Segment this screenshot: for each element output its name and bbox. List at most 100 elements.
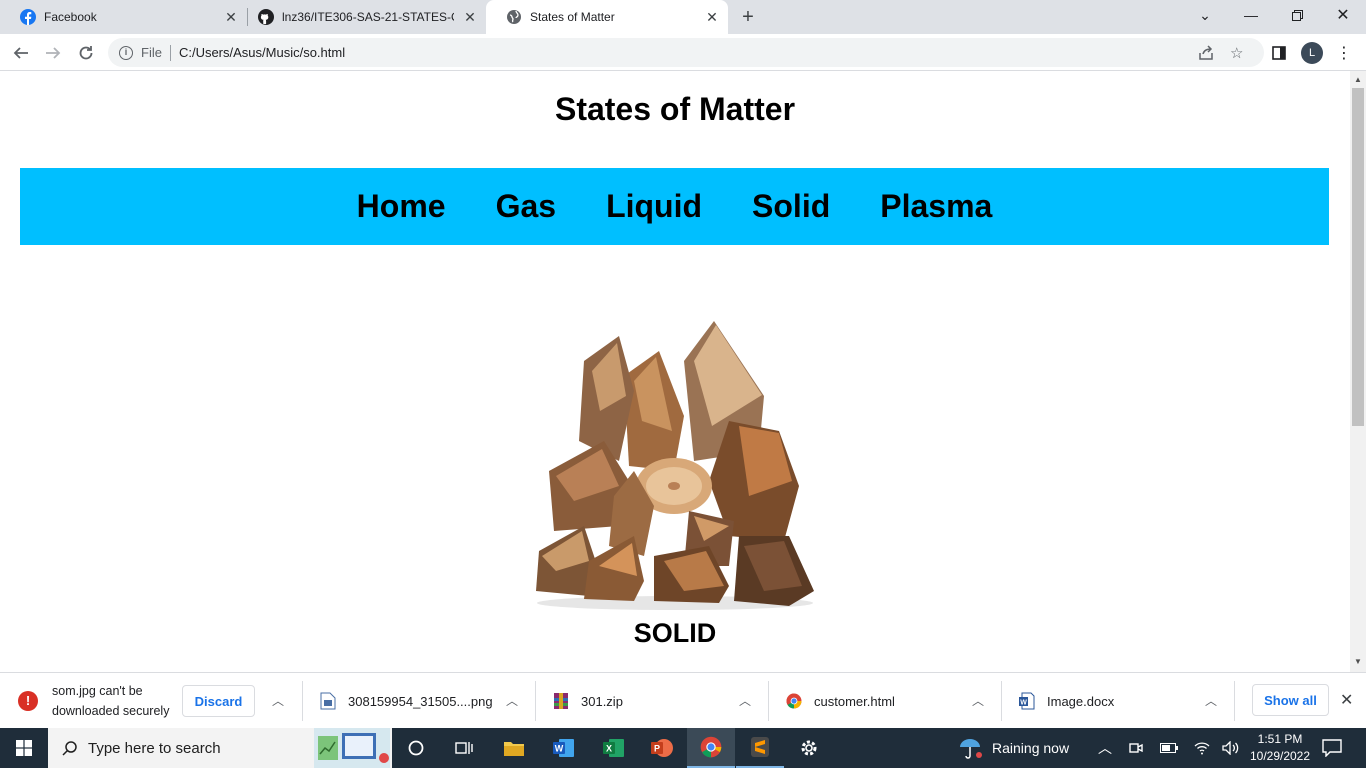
word-doc-icon: W (1019, 692, 1035, 710)
chevron-up-icon[interactable]: ︿ (737, 693, 753, 709)
reload-button[interactable] (73, 40, 99, 66)
shelf-divider (535, 681, 536, 721)
main-navigation: Home Gas Liquid Solid Plasma (20, 168, 1329, 245)
new-tab-button[interactable]: + (736, 5, 760, 29)
url-text: C:/Users/Asus/Music/so.html (178, 45, 346, 60)
close-tab-icon[interactable]: ✕ (462, 9, 478, 25)
bookmark-star-icon[interactable]: ☆ (1230, 38, 1243, 67)
discard-button[interactable]: Discard (182, 685, 255, 717)
minimize-button[interactable]: — (1228, 0, 1274, 30)
side-panel-button[interactable] (1266, 40, 1292, 66)
taskbar-settings[interactable] (785, 728, 833, 768)
back-arrow-icon (13, 47, 28, 59)
nav-link-home[interactable]: Home (357, 188, 446, 225)
word-app-icon: W (553, 739, 574, 757)
forward-button[interactable] (40, 40, 66, 66)
close-tab-icon[interactable]: ✕ (704, 9, 720, 25)
browser-tab-strip: Facebook ✕ lnz36/ITE306-SAS-21-STATES-OF… (0, 0, 1366, 34)
image-caption: SOLID (633, 618, 717, 648)
shelf-divider (1001, 681, 1002, 721)
address-bar[interactable]: i File C:/Users/Asus/Music/so.html ☆ (108, 38, 1264, 67)
tab-search-chevron-icon[interactable]: ⌄ (1182, 0, 1228, 30)
tab-title: lnz36/ITE306-SAS-21-STATES-OF (282, 10, 454, 24)
download-shelf: ! som.jpg can't be downloaded securely D… (0, 672, 1366, 728)
menu-kebab-icon[interactable]: ⋮ (1331, 40, 1357, 66)
forward-arrow-icon (46, 47, 61, 59)
error-icon: ! (18, 691, 38, 711)
firewood-stack-image (536, 321, 814, 610)
meet-now-icon[interactable] (1129, 728, 1143, 768)
tab-facebook[interactable]: Facebook ✕ (0, 0, 247, 34)
tab-states-of-matter[interactable]: States of Matter ✕ (486, 0, 728, 34)
windows-start-button[interactable] (0, 728, 48, 768)
nav-link-solid[interactable]: Solid (752, 188, 830, 225)
profile-avatar[interactable]: L (1301, 42, 1323, 64)
search-placeholder: Type here to search (88, 739, 221, 757)
taskbar-word[interactable]: W (540, 728, 588, 768)
download-item[interactable]: W Image.docx ︿ (1019, 673, 1234, 729)
notifications-button[interactable] (1322, 728, 1342, 768)
back-button[interactable] (8, 40, 34, 66)
notification-speech-bubble-icon (1322, 739, 1342, 757)
page-scrollbar[interactable]: ▲ ▼ (1350, 71, 1366, 672)
chevron-up-icon[interactable]: ︿ (270, 693, 286, 709)
svg-text:W: W (1020, 700, 1027, 707)
download-filename: 301.zip (581, 693, 623, 709)
scroll-up-arrow-icon[interactable]: ▲ (1354, 75, 1362, 84)
nav-link-gas[interactable]: Gas (496, 188, 556, 225)
chevron-up-icon[interactable]: ︿ (1203, 693, 1219, 709)
shelf-divider (302, 681, 303, 721)
download-item[interactable]: 301.zip ︿ (553, 673, 768, 729)
scrollbar-thumb[interactable] (1352, 88, 1364, 426)
image-file-icon (320, 692, 336, 710)
cortana-circle-icon (408, 740, 424, 756)
task-view-button[interactable] (440, 728, 488, 768)
close-tab-icon[interactable]: ✕ (223, 9, 239, 25)
chevron-up-icon[interactable]: ︿ (504, 693, 520, 709)
wifi-icon[interactable] (1194, 728, 1210, 768)
show-hidden-icons-chevron[interactable]: ︿ (1098, 728, 1112, 768)
taskbar-chrome[interactable] (687, 728, 735, 768)
page-viewport: States of Matter Home Gas Liquid Solid P… (0, 71, 1350, 672)
scroll-down-arrow-icon[interactable]: ▼ (1354, 657, 1362, 666)
weather-widget[interactable]: Raining now (958, 728, 1069, 768)
site-info-icon[interactable]: i (119, 45, 133, 60)
taskbar-search-box[interactable]: Type here to search (48, 728, 392, 768)
scheme-label: File (141, 45, 162, 60)
close-window-button[interactable]: ✕ (1320, 0, 1366, 30)
nav-link-liquid[interactable]: Liquid (606, 188, 702, 225)
winrar-icon (554, 693, 568, 709)
taskbar-file-explorer[interactable] (490, 728, 538, 768)
cortana-button[interactable] (392, 728, 440, 768)
download-filename: Image.docx (1047, 693, 1115, 709)
settings-gear-icon (801, 740, 817, 756)
download-item[interactable]: customer.html ︿ (786, 673, 1001, 729)
nav-link-plasma[interactable]: Plasma (880, 188, 992, 225)
tab-title: States of Matter (530, 10, 615, 24)
show-all-downloads-button[interactable]: Show all (1252, 684, 1329, 716)
taskbar-sublime-text[interactable] (736, 728, 784, 768)
download-item[interactable]: 308159954_31505....png ︿ (320, 673, 535, 729)
download-filename: customer.html (814, 693, 895, 709)
tab-github[interactable]: lnz36/ITE306-SAS-21-STATES-OF ✕ (238, 0, 486, 34)
github-icon (258, 9, 274, 25)
battery-icon[interactable] (1160, 728, 1178, 768)
excel-app-icon: X (603, 739, 624, 757)
taskbar-excel[interactable]: X (590, 728, 638, 768)
search-highlight-illustration-icon (314, 728, 390, 768)
system-clock[interactable]: 1:51 PM 10/29/2022 (1250, 728, 1310, 768)
chevron-up-icon[interactable]: ︿ (970, 693, 986, 709)
close-shelf-icon[interactable]: ✕ (1340, 690, 1353, 710)
share-icon[interactable] (1198, 38, 1214, 67)
svg-text:P: P (654, 744, 660, 754)
download-item-warning[interactable]: ! som.jpg can't be downloaded securely D… (18, 673, 302, 729)
svg-text:X: X (606, 744, 612, 754)
restore-button[interactable] (1274, 0, 1320, 30)
volume-icon[interactable] (1222, 728, 1240, 768)
windows-taskbar: Type here to search W X P Raining now ︿ (0, 728, 1366, 768)
taskbar-powerpoint[interactable]: P (638, 728, 686, 768)
chrome-icon (786, 693, 802, 709)
download-warning-line1: som.jpg can't be (52, 684, 143, 698)
chrome-app-icon (700, 736, 722, 758)
svg-text:W: W (555, 744, 564, 754)
